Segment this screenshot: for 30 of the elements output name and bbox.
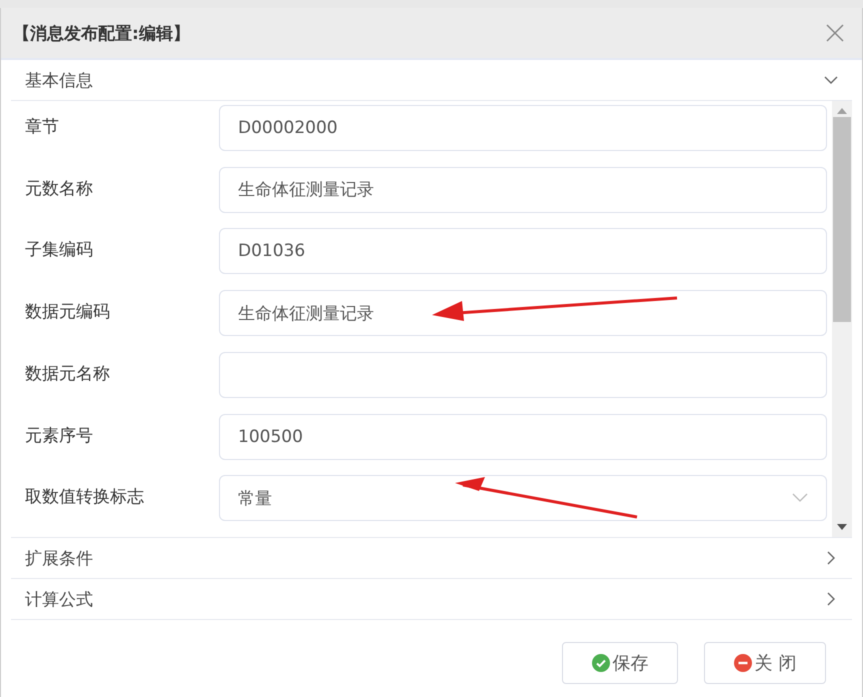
input-field[interactable]: D01036 [219,228,827,274]
scroll-down-icon[interactable] [837,523,847,531]
input-field[interactable]: D00002000 [219,105,827,151]
section-header[interactable]: 计算公式 [11,579,852,620]
section-title: 计算公式 [25,588,93,610]
field-label: 元数名称 [24,178,94,200]
section-header[interactable]: 基本信息 [11,60,852,101]
close-button[interactable]: 关 闭 [704,642,826,684]
minus-icon [734,654,752,672]
field-label: 取数值转换标志 [24,486,145,508]
field-label: 章节 [24,116,60,138]
close-icon[interactable] [826,24,844,42]
chevron-down-icon [792,493,808,504]
field-label: 子集编码 [24,239,94,262]
section-title: 基本信息 [25,70,93,92]
field-label: 元素序号 [24,424,94,447]
save-button[interactable]: 保存 [562,642,678,684]
field-label: 数据元编码 [24,301,111,324]
dialog-title: 【消息发布配置:编辑】 [13,22,190,44]
input-field[interactable]: 100500 [219,414,827,460]
input-field[interactable]: 生命体征测量记录 [219,290,827,336]
section-header[interactable]: 扩展条件 [11,538,852,579]
input-field[interactable]: 生命体征测量记录 [219,166,827,213]
dropdown-field[interactable]: 常量 [219,475,827,522]
check-icon [592,654,610,672]
scrollbar[interactable] [832,101,852,537]
input-field[interactable] [219,352,827,398]
section-title: 扩展条件 [25,548,93,570]
scroll-up-icon[interactable] [837,107,847,115]
field-label: 数据元名称 [24,362,111,385]
